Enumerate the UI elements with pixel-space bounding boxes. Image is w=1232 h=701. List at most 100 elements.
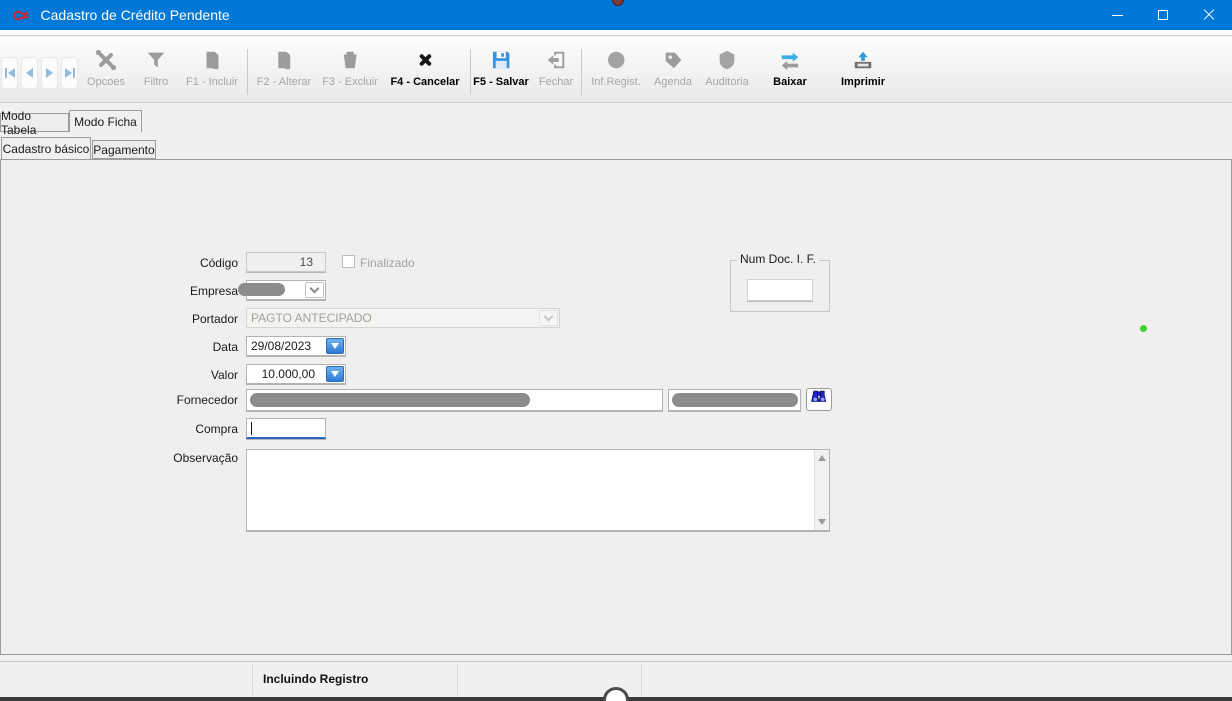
tag-icon — [660, 47, 686, 73]
text-caret — [251, 422, 252, 435]
portador-value: PAGTO ANTECIPADO — [251, 311, 555, 325]
printer-icon — [850, 47, 876, 73]
data-label: Data — [0, 340, 238, 354]
page-icon — [199, 47, 225, 73]
compra-input[interactable] — [246, 418, 326, 439]
app-logo-icon: C≠ — [13, 8, 28, 23]
toolbar-button-label: Auditoria — [705, 76, 748, 88]
nav-last-button[interactable] — [61, 57, 78, 89]
nav-previous-button[interactable] — [21, 57, 38, 89]
trash-icon — [337, 47, 363, 73]
toolbar-button-auditoria[interactable]: Auditoria — [704, 47, 750, 88]
statusbar-separator — [641, 664, 642, 695]
toolbar-button-fechar[interactable]: Fechar — [533, 47, 579, 88]
toolbar-button-filtro[interactable]: Filtro — [133, 47, 179, 88]
codigo-input: 13 — [246, 252, 326, 272]
nav-next-button[interactable] — [41, 57, 58, 89]
toolbar-button-agenda[interactable]: Agenda — [650, 47, 696, 88]
circle-icon — [603, 47, 629, 73]
portador-dropdown-button — [539, 310, 558, 326]
toolbar-button-cancelar[interactable]: F4 - Cancelar — [390, 47, 459, 88]
num-doc-input[interactable] — [747, 279, 813, 301]
observacao-textarea[interactable] — [246, 449, 830, 531]
data-datepicker[interactable]: 29/08/2023 — [246, 336, 346, 356]
nav-first-button[interactable] — [1, 57, 18, 89]
statusbar-separator — [457, 664, 458, 695]
empresa-redacted-value — [238, 283, 285, 296]
transfer-arrows-icon — [777, 47, 803, 73]
funnel-icon — [143, 47, 169, 73]
cancel-x-icon — [412, 47, 438, 73]
codigo-label: Código — [0, 256, 238, 270]
next-record-icon — [46, 68, 53, 78]
toolbar-button-baixar[interactable]: Baixar — [767, 47, 813, 88]
close-button[interactable] — [1186, 0, 1232, 30]
toolbar-button-label: Filtro — [144, 76, 168, 88]
scroll-up-icon — [818, 455, 826, 461]
toolbar-button-label: F4 - Cancelar — [390, 76, 459, 88]
fornecedor-lookup-button[interactable] — [806, 388, 832, 411]
finalizado-label: Finalizado — [360, 256, 415, 270]
binoculars-icon — [810, 389, 828, 410]
toolbar-button-inf-regist[interactable]: Inf.Regist. — [591, 47, 641, 88]
toolbar-button-imprimir[interactable]: Imprimir — [840, 47, 886, 88]
window-controls — [1094, 0, 1232, 30]
shield-icon — [714, 47, 740, 73]
record-navigator — [0, 57, 78, 91]
chevron-down-icon — [310, 284, 320, 294]
toolbar-separator — [581, 49, 582, 95]
exit-door-icon — [543, 47, 569, 73]
portador-combobox: PAGTO ANTECIPADO — [246, 308, 560, 328]
toolbar-button-label: F1 - Incluir — [186, 76, 238, 88]
toolbar-button-incluir[interactable]: F1 - Incluir — [186, 47, 238, 88]
toolbar-separator — [470, 49, 471, 95]
tab-label: Cadastro básico — [3, 142, 90, 156]
maximize-icon — [1158, 10, 1168, 20]
finalizado-checkbox[interactable] — [342, 255, 355, 268]
maximize-button[interactable] — [1140, 0, 1186, 30]
valor-label: Valor — [0, 368, 238, 382]
num-doc-label: Num Doc. I. F. — [737, 252, 819, 266]
codigo-value: 13 — [300, 255, 319, 269]
previous-record-icon — [26, 68, 33, 78]
toolbar-button-label: Inf.Regist. — [591, 76, 641, 88]
empresa-dropdown-button[interactable] — [305, 282, 324, 298]
green-dot-artifact — [1140, 325, 1147, 332]
recording-dot-artifact — [612, 0, 624, 6]
fornecedor-label: Fornecedor — [0, 393, 238, 407]
tab-label: Modo Ficha — [74, 115, 137, 129]
valor-input[interactable]: 10.000,00 — [246, 364, 346, 384]
toolbar-button-label: F3 - Excluir — [322, 76, 378, 88]
toolbar-button-alterar[interactable]: F2 - Alterar — [257, 47, 311, 88]
tools-icon — [93, 47, 119, 73]
compra-label: Compra — [0, 422, 238, 436]
empresa-label: Empresa — [0, 284, 238, 298]
toolbar-button-label: Baixar — [773, 76, 807, 88]
toolbar-separator — [247, 49, 248, 95]
toolbar-button-label: Fechar — [539, 76, 573, 88]
minimize-button[interactable] — [1094, 0, 1140, 30]
toolbar-button-salvar[interactable]: F5 - Salvar — [473, 47, 529, 88]
page-icon — [271, 47, 297, 73]
chevron-down-icon — [331, 371, 339, 377]
fornecedor-redacted-name — [250, 393, 530, 407]
status-message: Incluindo Registro — [263, 672, 368, 686]
toolbar-button-excluir[interactable]: F3 - Excluir — [322, 47, 378, 88]
tab-modo-ficha[interactable]: Modo Ficha — [69, 110, 142, 132]
last-record-icon — [65, 68, 75, 78]
tab-modo-tabela[interactable]: Modo Tabela — [0, 113, 69, 132]
window-title: Cadastro de Crédito Pendente — [41, 7, 230, 23]
scroll-down-icon — [818, 519, 826, 525]
toolbar: Opcoes Filtro F1 - Incluir F2 - Alterar — [0, 37, 1232, 103]
close-icon — [1203, 9, 1215, 21]
data-dropdown-button[interactable] — [326, 338, 344, 354]
tab-pagamento[interactable]: Pagamento — [92, 140, 156, 159]
tab-cadastro-basico[interactable]: Cadastro básico — [1, 137, 91, 159]
toolbar-button-opcoes[interactable]: Opcoes — [83, 47, 129, 88]
tab-label: Pagamento — [93, 143, 154, 157]
observacao-label: Observação — [0, 451, 238, 465]
valor-value: 10.000,00 — [251, 367, 321, 381]
vertical-scrollbar[interactable] — [814, 450, 829, 530]
toolbar-button-label: F5 - Salvar — [473, 76, 529, 88]
valor-dropdown-button[interactable] — [326, 366, 344, 382]
